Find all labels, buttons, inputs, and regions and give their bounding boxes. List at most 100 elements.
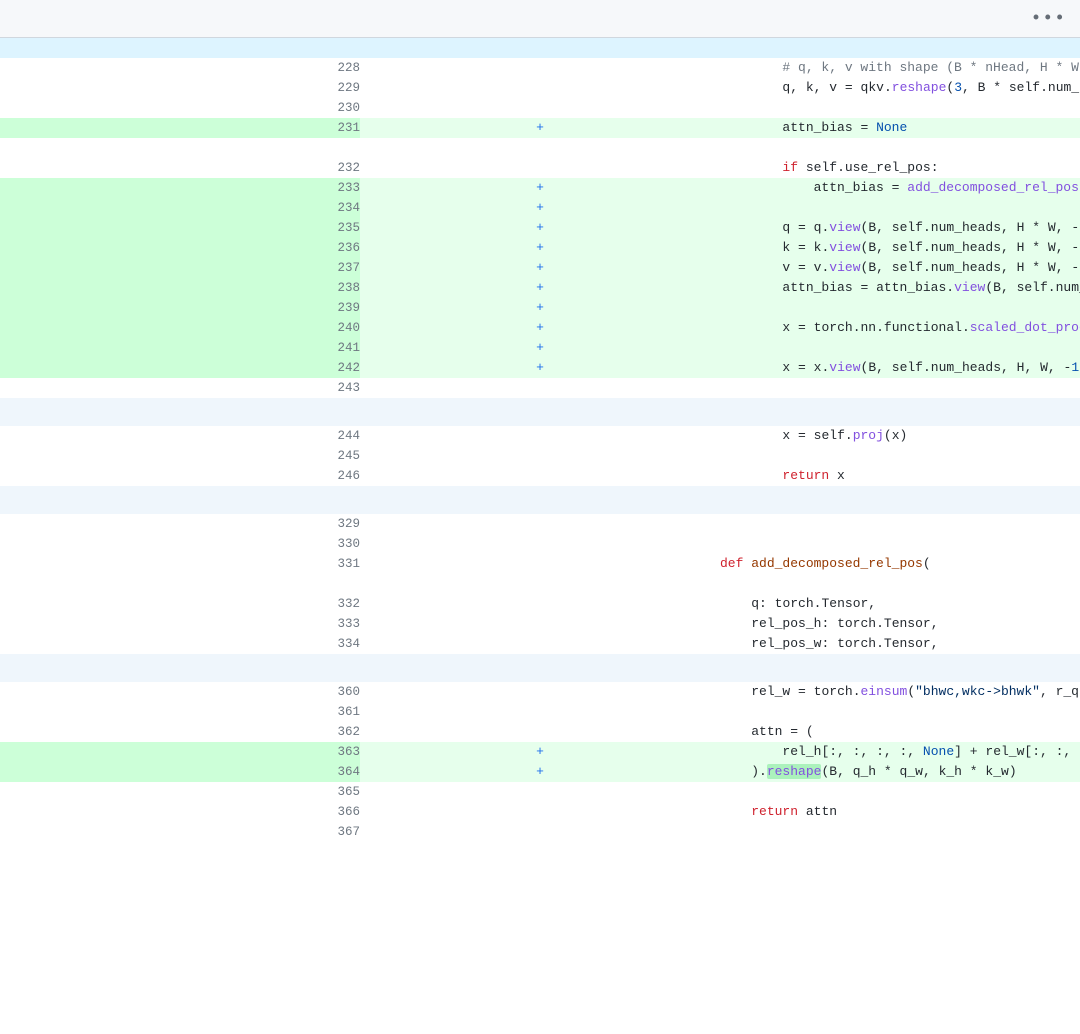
diff-line: 243 — [0, 378, 1080, 398]
line-number[interactable]: 240 — [0, 318, 360, 338]
line-number[interactable]: 245 — [0, 446, 360, 466]
diff-marker — [360, 722, 720, 742]
code-content: ).reshape(B, q_h * q_w, k_h * k_w) — [720, 762, 1080, 782]
diff-marker — [360, 446, 720, 466]
line-number[interactable]: 229 — [0, 78, 360, 98]
diff-line: 334 rel_pos_w: torch.Tensor, — [0, 634, 1080, 654]
line-number[interactable]: 232 — [0, 158, 360, 178]
code-content: attn_bias = None — [720, 118, 1080, 138]
diff-line — [0, 38, 1080, 58]
diff-marker: + — [360, 298, 720, 318]
code-content — [720, 98, 1080, 118]
diff-line: 233+ attn_bias = add_decomposed_rel_pos(… — [0, 178, 1080, 198]
diff-table: 228 # q, k, v with shape (B * nHead, H *… — [0, 38, 1080, 842]
line-number[interactable]: 332 — [0, 594, 360, 614]
code-content — [720, 822, 1080, 842]
line-number[interactable]: 243 — [0, 378, 360, 398]
diff-marker — [360, 682, 720, 702]
diff-line: 366 return attn — [0, 802, 1080, 822]
diff-line: 367 — [0, 822, 1080, 842]
line-number[interactable]: 238 — [0, 278, 360, 298]
code-content: attn_bias = attn_bias.view(B, self.num_h… — [720, 278, 1080, 298]
line-number[interactable]: 234 — [0, 198, 360, 218]
code-content: attn_bias = add_decomposed_rel_pos(q, se… — [720, 178, 1080, 198]
diff-line: 229 q, k, v = qkv.reshape(3, B * self.nu… — [0, 78, 1080, 98]
diff-marker: + — [360, 742, 720, 762]
code-content: rel_pos_w: torch.Tensor, — [720, 634, 1080, 654]
line-number[interactable]: 231 — [0, 118, 360, 138]
line-number[interactable]: 330 — [0, 534, 360, 554]
expand-hunk[interactable] — [0, 486, 1080, 514]
code-content: attn = ( — [720, 722, 1080, 742]
expand-hunk[interactable] — [0, 654, 1080, 682]
diff-marker: + — [360, 238, 720, 258]
diff-line: 231+ attn_bias = None — [0, 118, 1080, 138]
line-number[interactable]: 361 — [0, 702, 360, 722]
line-number[interactable]: 365 — [0, 782, 360, 802]
line-number[interactable]: 334 — [0, 634, 360, 654]
diff-marker: + — [360, 198, 720, 218]
diff-marker — [360, 158, 720, 178]
diff-line: 246 return x — [0, 466, 1080, 486]
diff-line: 365 — [0, 782, 1080, 802]
diff-line: 237+ v = v.view(B, self.num_heads, H * W… — [0, 258, 1080, 278]
diff-line: 333 rel_pos_h: torch.Tensor, — [0, 614, 1080, 634]
diff-marker: + — [360, 278, 720, 298]
line-number[interactable]: 360 — [0, 682, 360, 702]
diff-line — [0, 486, 1080, 514]
diff-line: 236+ k = k.view(B, self.num_heads, H * W… — [0, 238, 1080, 258]
diff-marker — [360, 594, 720, 614]
diff-marker — [360, 514, 720, 534]
line-number[interactable]: 233 — [0, 178, 360, 198]
line-number[interactable]: 230 — [0, 98, 360, 118]
code-content: x = self.proj(x) — [720, 426, 1080, 446]
diff-marker: + — [360, 318, 720, 338]
diff-marker: + — [360, 218, 720, 238]
line-number[interactable]: 364 — [0, 762, 360, 782]
code-content — [720, 534, 1080, 554]
line-number[interactable]: 244 — [0, 426, 360, 446]
code-content — [720, 198, 1080, 218]
code-content: if self.use_rel_pos: — [720, 158, 1080, 178]
diff-line: 363+ rel_h[:, :, :, :, None] + rel_w[:, … — [0, 742, 1080, 762]
expand-hunk[interactable] — [0, 398, 1080, 426]
diff-marker — [360, 702, 720, 722]
code-content: x = x.view(B, self.num_heads, H, W, -1).… — [720, 358, 1080, 378]
diff-line: 242+ x = x.view(B, self.num_heads, H, W,… — [0, 358, 1080, 378]
line-number[interactable]: 228 — [0, 58, 360, 78]
line-number[interactable]: 236 — [0, 238, 360, 258]
line-number[interactable]: 363 — [0, 742, 360, 762]
code-content: return attn — [720, 802, 1080, 822]
line-number[interactable]: 333 — [0, 614, 360, 634]
code-content: q = q.view(B, self.num_heads, H * W, -1) — [720, 218, 1080, 238]
line-number[interactable]: 235 — [0, 218, 360, 238]
line-number[interactable]: 237 — [0, 258, 360, 278]
diff-line: 360 rel_w = torch.einsum("bhwc,wkc->bhwk… — [0, 682, 1080, 702]
line-number[interactable]: 241 — [0, 338, 360, 358]
diff-line: 362 attn = ( — [0, 722, 1080, 742]
line-number[interactable]: 239 — [0, 298, 360, 318]
code-content: q, k, v = qkv.reshape(3, B * self.num_he… — [720, 78, 1080, 98]
diff-marker — [360, 554, 720, 574]
diff-marker: + — [360, 178, 720, 198]
line-number[interactable]: 367 — [0, 822, 360, 842]
line-number[interactable]: 366 — [0, 802, 360, 822]
diff-marker: + — [360, 118, 720, 138]
line-number[interactable]: 242 — [0, 358, 360, 378]
diff-line: 228 # q, k, v with shape (B * nHead, H *… — [0, 58, 1080, 78]
line-number[interactable]: 331 — [0, 554, 360, 574]
line-number[interactable]: 246 — [0, 466, 360, 486]
code-content — [720, 298, 1080, 318]
line-number[interactable]: 362 — [0, 722, 360, 742]
code-content: def add_decomposed_rel_pos( — [720, 554, 1080, 574]
diff-marker — [360, 634, 720, 654]
file-header: ••• — [0, 0, 1080, 38]
line-number[interactable]: 329 — [0, 514, 360, 534]
diff-line — [0, 398, 1080, 426]
code-content — [720, 514, 1080, 534]
code-content: rel_w = torch.einsum("bhwc,wkc->bhwk", r… — [720, 682, 1080, 702]
diff-marker — [360, 378, 720, 398]
kebab-menu-icon[interactable]: ••• — [1031, 9, 1066, 29]
code-content — [720, 702, 1080, 722]
diff-line: 329 — [0, 514, 1080, 534]
